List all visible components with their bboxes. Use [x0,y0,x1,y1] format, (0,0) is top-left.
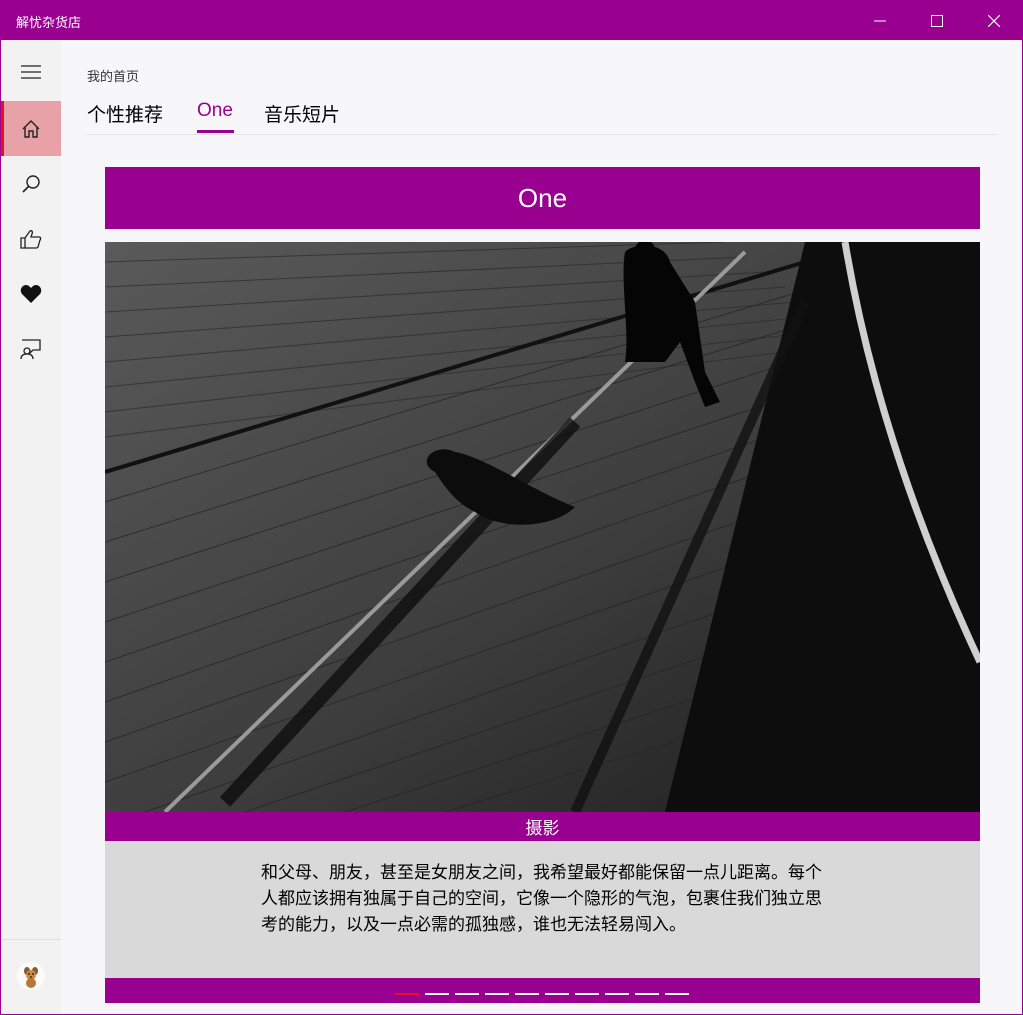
pager [105,978,980,1003]
pager-dot[interactable] [455,993,479,995]
pager-dot[interactable] [395,993,419,995]
heart-icon [20,284,42,303]
quote-box: 和父母、朋友，甚至是女朋友之间，我希望最好都能保留一点儿距离。每个人都应该拥有独… [105,841,980,978]
sidebar-item-search[interactable] [1,156,61,211]
pager-dot[interactable] [485,993,509,995]
photo-image [105,242,980,812]
sidebar-item-like[interactable] [1,211,61,266]
pager-dot[interactable] [635,993,659,995]
minimize-button[interactable] [851,1,908,40]
close-button[interactable] [965,1,1022,40]
sidebar-divider [1,939,61,940]
pager-dot[interactable] [545,993,569,995]
tab-recommend[interactable]: 个性推荐 [87,100,163,127]
app-title: 解忧杂货店 [16,16,82,31]
pager-dot[interactable] [515,993,539,995]
thumbs-up-icon [20,229,42,249]
search-icon [22,174,40,193]
pager-dot[interactable] [605,993,629,995]
feedback-icon [20,338,41,359]
minimize-icon [873,20,886,21]
sidebar [1,40,61,1014]
tab-one[interactable]: One [197,100,233,122]
card-header: One [105,167,980,229]
pager-dot[interactable] [665,993,689,995]
sidebar-item-home[interactable] [1,101,61,156]
tab-selected-indicator [197,130,234,133]
pager-dot[interactable] [425,993,449,995]
page-title: 我的首页 [87,70,140,85]
sidebar-item-favorites[interactable] [1,266,61,321]
avatar-image [17,962,45,990]
hamburger-menu-icon [21,64,41,79]
hamburger-button[interactable] [1,44,61,99]
title-bar: 解忧杂货店 [1,1,1022,40]
tab-music-video[interactable]: 音乐短片 [264,100,340,127]
maximize-button[interactable] [908,1,965,40]
avatar[interactable] [17,962,45,990]
sidebar-item-feedback[interactable] [1,321,61,376]
pager-dot[interactable] [575,993,599,995]
quote-text: 和父母、朋友，甚至是女朋友之间，我希望最好都能保留一点儿距离。每个人都应该拥有独… [261,863,822,935]
tabs-divider [87,134,997,135]
home-icon [22,119,40,138]
close-icon [987,14,1000,27]
maximize-icon [930,14,943,27]
photo-caption: 摄影 [105,812,980,841]
main-content: 我的首页 个性推荐 One 音乐短片 One 摄影 和父母、朋友，甚至是女朋友之… [61,40,1022,1014]
featured-photo[interactable] [105,242,980,812]
app-window: 解忧杂货店 我的首页 个性推荐 One 音乐短片 One 摄影 和父母、朋友，甚… [0,0,1023,1015]
